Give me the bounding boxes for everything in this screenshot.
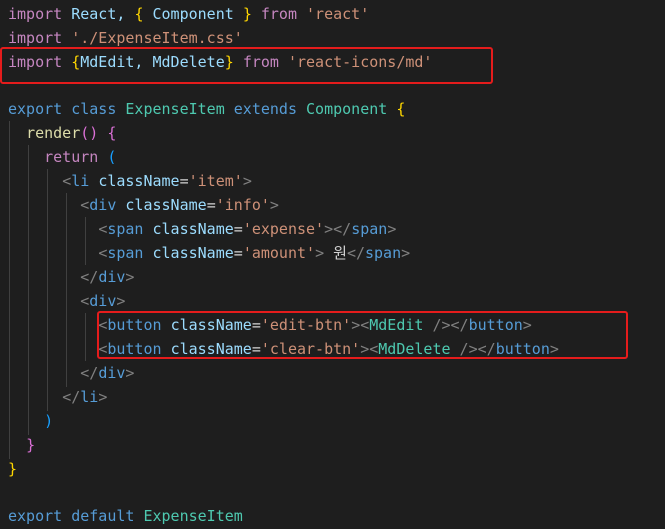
code-editor[interactable]: import React, { Component } from 'react'… xyxy=(0,0,665,529)
token-keyword: export xyxy=(8,507,63,525)
token-bracket: } xyxy=(8,460,18,478)
token-keyword: import xyxy=(8,5,63,23)
token-function: render xyxy=(26,124,81,142)
token-bracket: ( xyxy=(107,148,117,166)
token-bracket: () xyxy=(80,124,99,142)
token-operator: = xyxy=(179,172,189,190)
token-punctuation: </ xyxy=(346,244,365,262)
code-line-5[interactable]: export class ExpenseItem extends Compone… xyxy=(8,97,405,121)
code-line-19[interactable]: } xyxy=(8,433,35,457)
token-punctuation: > xyxy=(315,244,325,262)
code-line-7[interactable]: return ( xyxy=(8,145,116,169)
token-class-name: ExpenseItem xyxy=(125,100,225,118)
token-string: 'info' xyxy=(215,196,270,214)
token-attribute: className xyxy=(98,172,180,190)
token-punctuation: < xyxy=(98,220,108,238)
token-tag: div xyxy=(89,292,117,310)
token-keyword: from xyxy=(260,5,297,23)
token-punctuation: ></ xyxy=(324,220,352,238)
token-punctuation: < xyxy=(62,172,72,190)
token-attribute: className xyxy=(152,244,234,262)
code-line-17[interactable]: </li> xyxy=(8,385,107,409)
token-keyword: return xyxy=(44,148,99,166)
token-bracket: { xyxy=(134,5,144,23)
token-punctuation: </ xyxy=(80,364,99,382)
token-tag: span xyxy=(107,244,144,262)
code-line-6[interactable]: render() { xyxy=(8,121,116,145)
token-operator: = xyxy=(206,196,216,214)
token-string: 'react' xyxy=(306,5,370,23)
token-punctuation: < xyxy=(98,244,108,262)
token-keyword: default xyxy=(71,507,135,525)
token-bracket: } xyxy=(26,436,36,454)
token-punctuation: > xyxy=(269,196,279,214)
code-line-8[interactable]: <li className='item'> xyxy=(8,169,252,193)
code-line-10[interactable]: <span className='expense'></span> xyxy=(8,217,396,241)
token-punctuation: > xyxy=(125,364,135,382)
token-bracket: { xyxy=(107,124,117,142)
token-attribute: className xyxy=(152,220,234,238)
code-line-1[interactable]: import React, { Component } from 'react' xyxy=(8,2,369,26)
code-line-11[interactable]: <span className='amount'> 원</span> xyxy=(8,241,410,265)
token-class-name: Component xyxy=(306,100,388,118)
token-tag: div xyxy=(98,364,126,382)
token-string: 'amount' xyxy=(242,244,316,262)
code-line-20[interactable]: } xyxy=(8,457,17,481)
token-punctuation: </ xyxy=(80,268,99,286)
token-string: 'item' xyxy=(188,172,243,190)
token-tag: span xyxy=(107,220,144,238)
code-line-22[interactable]: export default ExpenseItem xyxy=(8,504,243,528)
code-line-18[interactable]: ) xyxy=(8,409,53,433)
code-line-13[interactable]: <div> xyxy=(8,289,125,313)
token-punctuation: > xyxy=(242,172,252,190)
token-keyword: class xyxy=(71,100,117,118)
token-string: 'expense' xyxy=(242,220,325,238)
token-keyword: import xyxy=(8,29,63,47)
token-punctuation: </ xyxy=(62,388,81,406)
token-tag: span xyxy=(365,244,402,262)
code-line-16[interactable]: </div> xyxy=(8,361,134,385)
token-bracket: { xyxy=(396,100,406,118)
token-jsx-text: 원 xyxy=(324,244,347,262)
token-tag: div xyxy=(98,268,126,286)
token-identifier: Component xyxy=(152,5,234,23)
token-keyword: export xyxy=(8,100,63,118)
token-attribute: className xyxy=(125,196,207,214)
token-punctuation: > xyxy=(98,388,108,406)
token-punctuation: > xyxy=(401,244,411,262)
token-punctuation: > xyxy=(387,220,397,238)
highlight-box-buttons xyxy=(97,311,628,359)
token-tag: span xyxy=(351,220,388,238)
token-identifier: React, xyxy=(71,5,126,23)
code-line-9[interactable]: <div className='info'> xyxy=(8,193,279,217)
code-line-12[interactable]: </div> xyxy=(8,265,134,289)
token-punctuation: > xyxy=(125,268,135,286)
token-keyword: extends xyxy=(233,100,297,118)
token-punctuation: < xyxy=(80,196,90,214)
token-tag: li xyxy=(80,388,99,406)
token-class-name: ExpenseItem xyxy=(143,507,243,525)
token-operator: = xyxy=(233,244,243,262)
token-tag: div xyxy=(89,196,117,214)
token-operator: = xyxy=(233,220,243,238)
token-punctuation: < xyxy=(80,292,90,310)
token-bracket: ) xyxy=(44,412,54,430)
token-punctuation: > xyxy=(116,292,126,310)
token-tag: li xyxy=(71,172,90,190)
highlight-box-import xyxy=(0,47,493,84)
token-bracket: } xyxy=(242,5,252,23)
token-string: './ExpenseItem.css' xyxy=(71,29,243,47)
